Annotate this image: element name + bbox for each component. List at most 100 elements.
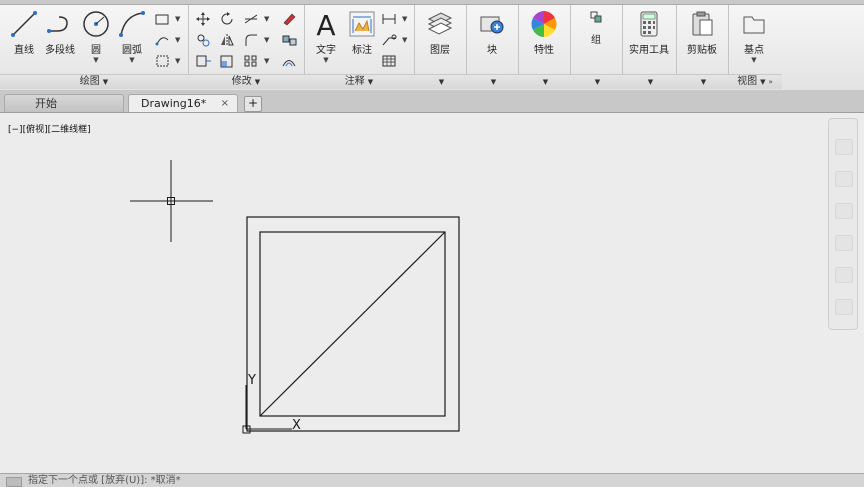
base-point-button[interactable]: 基点 ▼ bbox=[736, 7, 772, 64]
leader-dropdown-icon[interactable]: ▼ bbox=[402, 36, 407, 44]
clipboard-panel-footer[interactable]: ▼ bbox=[676, 74, 728, 89]
ucs-y-label: Y bbox=[247, 373, 256, 388]
copy-icon bbox=[197, 34, 210, 47]
drawing-canvas: Y X bbox=[130, 160, 460, 434]
tab-drawing-label: Drawing16* bbox=[141, 97, 207, 110]
rectangle-icon bbox=[155, 14, 169, 25]
close-tab-icon[interactable]: × bbox=[221, 95, 229, 113]
command-line[interactable]: 指定下一个点或 [放弃(U)]: *取消* bbox=[0, 473, 864, 487]
view-panel-expand-icon: ▼ bbox=[760, 78, 766, 86]
offset-button[interactable] bbox=[280, 53, 300, 71]
layers-label: 图层 bbox=[430, 45, 450, 56]
document-tab-bar: 开始 Drawing16* × + bbox=[0, 90, 864, 113]
linear-dim-dropdown-icon[interactable]: ▼ bbox=[402, 15, 407, 23]
annotation-panel-expand-icon: ▼ bbox=[367, 78, 374, 86]
modify-panel-expand-icon: ▼ bbox=[254, 78, 261, 86]
utilities-panel: 实用工具 ▼ bbox=[622, 5, 677, 89]
dimension-button[interactable]: 标注 bbox=[344, 7, 380, 63]
steering-wheel-icon[interactable] bbox=[835, 139, 853, 155]
modify-panel-title[interactable]: 修改 ▼ bbox=[188, 74, 304, 89]
rectangle-dropdown-icon[interactable]: ▼ bbox=[175, 15, 180, 23]
draw-panel-title[interactable]: 绘图 ▼ bbox=[0, 74, 188, 89]
fillet-button[interactable] bbox=[242, 32, 262, 50]
rotate-button[interactable] bbox=[218, 11, 238, 29]
utilities-button[interactable]: 实用工具 bbox=[627, 7, 671, 63]
show-motion-icon[interactable] bbox=[835, 267, 853, 283]
navbar-options-icon[interactable] bbox=[835, 299, 853, 315]
zoom-extents-icon[interactable] bbox=[835, 203, 853, 219]
scale-button[interactable] bbox=[218, 53, 238, 71]
block-panel-footer[interactable]: ▼ bbox=[466, 74, 518, 89]
move-button[interactable] bbox=[194, 11, 214, 29]
drawing-viewport[interactable]: [−][俯视][二维线框] Y X bbox=[0, 113, 864, 473]
hatch-dropdown-icon[interactable]: ▼ bbox=[175, 36, 180, 44]
new-tab-button[interactable]: + bbox=[244, 96, 262, 112]
fillet-dropdown-icon[interactable]: ▼ bbox=[264, 36, 269, 44]
pan-icon[interactable] bbox=[835, 171, 853, 187]
array-button[interactable] bbox=[242, 53, 262, 71]
clipboard-icon bbox=[692, 11, 713, 36]
text-icon: A bbox=[316, 9, 335, 39]
stretch-button[interactable] bbox=[194, 53, 214, 71]
line-button[interactable]: 直线 bbox=[6, 7, 42, 63]
circle-dropdown-icon[interactable]: ▼ bbox=[78, 56, 114, 64]
clipboard-panel-expand-icon: ▼ bbox=[700, 78, 707, 86]
tab-drawing[interactable]: Drawing16* × bbox=[128, 94, 238, 112]
orbit-icon[interactable] bbox=[835, 235, 853, 251]
annotation-panel-title[interactable]: 注释 ▼ bbox=[304, 74, 414, 89]
erase-button[interactable] bbox=[280, 11, 300, 29]
trim-icon bbox=[244, 14, 258, 24]
view-panel-overflow-icon: » bbox=[768, 78, 773, 86]
modify-panel: ▼ ▼ ▼ 修改 ▼ bbox=[188, 5, 305, 89]
group-icon bbox=[590, 11, 602, 23]
tab-start[interactable]: 开始 bbox=[4, 94, 124, 112]
clipboard-panel: 剪贴板 ▼ bbox=[676, 5, 729, 89]
view-panel-title[interactable]: 视图 ▼» bbox=[728, 74, 782, 89]
polyline-button[interactable]: 多段线 bbox=[42, 7, 78, 63]
linear-dim-button[interactable] bbox=[380, 11, 400, 29]
explode-button[interactable] bbox=[280, 32, 300, 50]
text-dropdown-icon[interactable]: ▼ bbox=[308, 56, 344, 64]
calculator-icon bbox=[640, 11, 658, 37]
layers-panel: 图层 ▼ bbox=[414, 5, 467, 89]
table-button[interactable] bbox=[380, 53, 400, 71]
trim-dropdown-icon[interactable]: ▼ bbox=[264, 15, 269, 23]
leader-button[interactable] bbox=[380, 32, 400, 50]
rectangle-button[interactable] bbox=[153, 11, 173, 29]
utilities-panel-footer[interactable]: ▼ bbox=[622, 74, 676, 89]
properties-button[interactable]: 特性 bbox=[526, 7, 562, 63]
block-button[interactable]: 块 bbox=[474, 7, 510, 63]
array-dropdown-icon[interactable]: ▼ bbox=[264, 57, 269, 65]
hatch-button[interactable] bbox=[153, 32, 173, 50]
erase-icon bbox=[283, 13, 296, 26]
boundary-dropdown-icon[interactable]: ▼ bbox=[175, 57, 180, 65]
groups-button[interactable]: 组 bbox=[578, 7, 614, 63]
arc-button[interactable]: 圆弧 ▼ bbox=[114, 7, 150, 64]
circle-button[interactable]: 圆 ▼ bbox=[78, 7, 114, 64]
crosshair-cursor bbox=[130, 160, 213, 242]
boundary-button[interactable] bbox=[153, 53, 173, 71]
text-button[interactable]: A 文字 ▼ bbox=[308, 7, 344, 64]
block-label: 块 bbox=[487, 45, 497, 56]
diagonal-line[interactable] bbox=[259, 231, 446, 417]
annotation-panel: A 文字 ▼ 标注 ▼ ▼ 注释 ▼ bbox=[304, 5, 415, 89]
arc-dropdown-icon[interactable]: ▼ bbox=[114, 56, 150, 64]
circle-label: 圆 bbox=[91, 45, 101, 56]
mirror-button[interactable] bbox=[218, 32, 238, 50]
linear-dim-icon bbox=[382, 14, 396, 24]
copy-button[interactable] bbox=[194, 32, 214, 50]
stretch-icon bbox=[196, 55, 211, 67]
layers-panel-footer[interactable]: ▼ bbox=[414, 74, 466, 89]
arc-icon bbox=[119, 11, 145, 37]
layers-panel-expand-icon: ▼ bbox=[438, 78, 445, 86]
trim-button[interactable] bbox=[242, 11, 262, 29]
properties-panel-footer[interactable]: ▼ bbox=[518, 74, 570, 89]
base-point-dropdown-icon[interactable]: ▼ bbox=[736, 56, 772, 64]
utilities-label: 实用工具 bbox=[629, 45, 669, 56]
navigation-bar bbox=[828, 118, 858, 330]
clipboard-button[interactable]: 剪贴板 bbox=[680, 7, 724, 63]
layers-button[interactable]: 图层 bbox=[422, 7, 458, 63]
fillet-icon bbox=[245, 34, 257, 46]
text-label: 文字 bbox=[316, 45, 336, 56]
groups-panel-footer[interactable]: ▼ bbox=[570, 74, 622, 89]
